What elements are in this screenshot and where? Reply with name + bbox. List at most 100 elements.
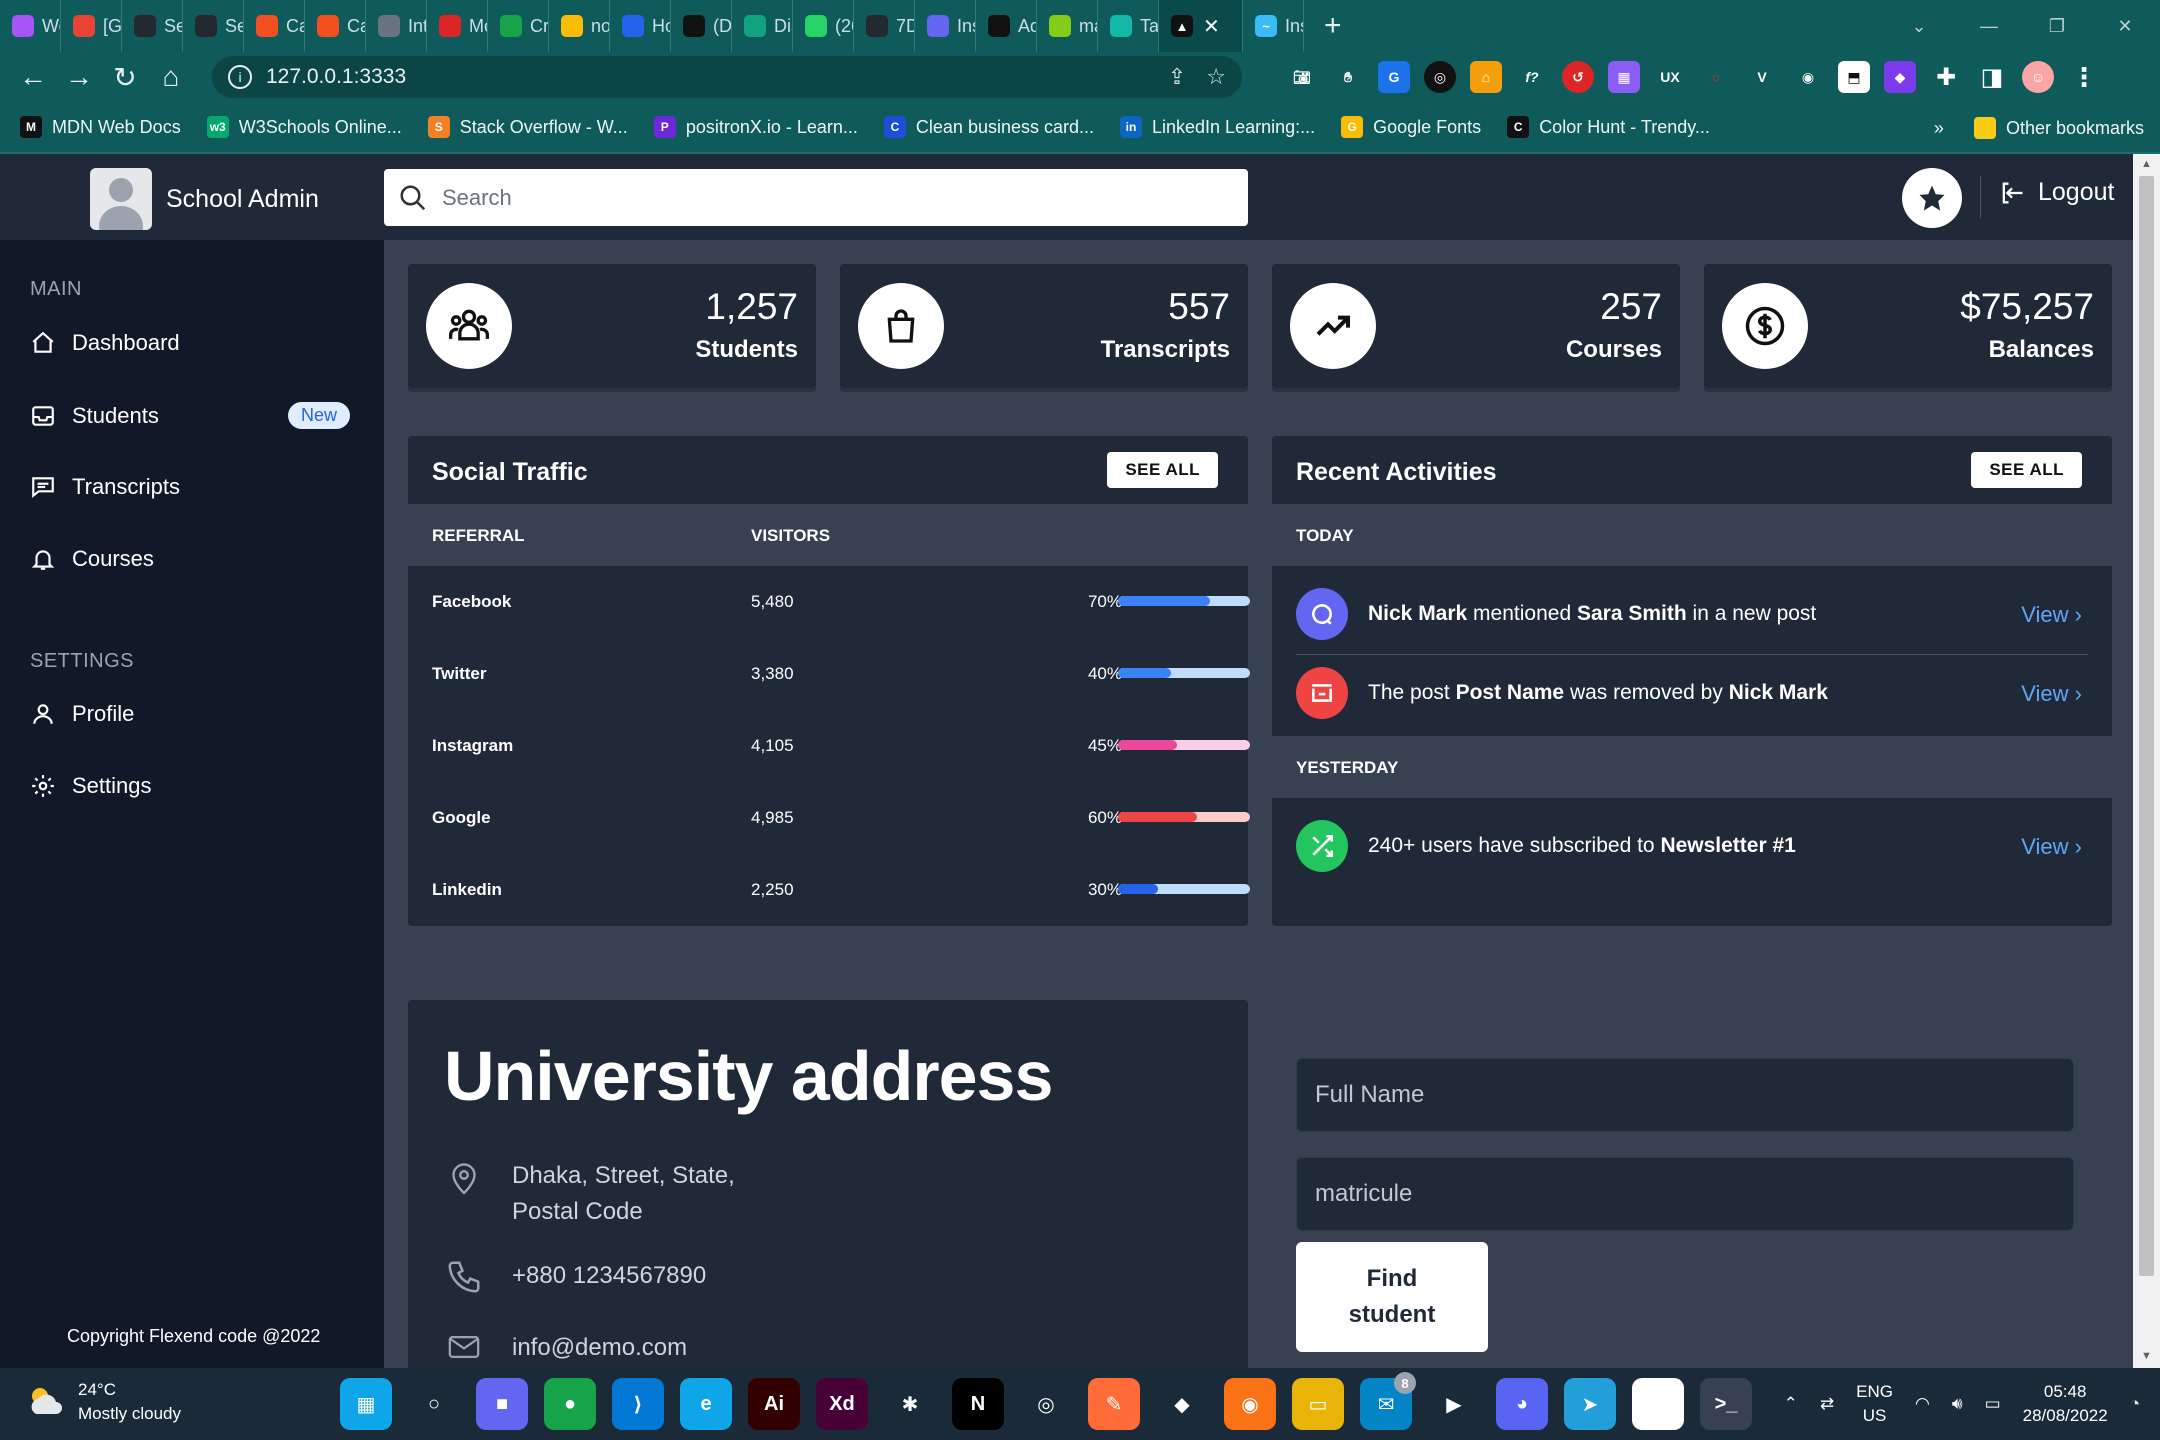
extension-icon[interactable]: UX [1654, 61, 1686, 93]
bookmark-item[interactable]: C Color Hunt - Trendy... [1507, 116, 1710, 138]
browser-tab[interactable]: no [549, 0, 610, 52]
browser-tab[interactable]: ~ Ins [1243, 0, 1304, 52]
share-icon[interactable]: ⇪ [1168, 64, 1186, 90]
sync-icon[interactable]: ⇄ [1820, 1394, 1834, 1414]
other-bookmarks-folder[interactable]: Other bookmarks [1973, 117, 2144, 139]
view-link[interactable]: View › [2021, 602, 2082, 628]
menu-kebab-icon[interactable]: ⋮ [2068, 61, 2100, 93]
stat-card-transcripts[interactable]: 557 Transcripts [840, 264, 1248, 388]
terminal-icon[interactable]: >_ [1700, 1378, 1752, 1430]
matricule-input[interactable] [1296, 1157, 2074, 1231]
forward-button[interactable]: → [56, 54, 102, 100]
extension-icon[interactable]: ⬒ [1838, 61, 1870, 93]
extension-icon[interactable]: ⌂ [1470, 61, 1502, 93]
url-bar[interactable]: i 127.0.0.1:3333 ⇪ ☆ [212, 56, 1242, 98]
home-button[interactable]: ⌂ [148, 54, 194, 100]
extension-icon[interactable]: ◆ [1884, 61, 1916, 93]
reload-button[interactable]: ↻ [102, 54, 148, 100]
browser-tab[interactable]: Se [183, 0, 244, 52]
extension-icon[interactable]: ↺ [1562, 61, 1594, 93]
bookmark-item[interactable]: w3 W3Schools Online... [206, 116, 402, 138]
see-all-button[interactable]: SEE ALL [1107, 452, 1218, 488]
mail-icon[interactable]: ✉ 8 [1360, 1372, 1416, 1430]
browser-tab[interactable]: Int [366, 0, 427, 52]
extension-icon[interactable]: ✋︎ [1332, 61, 1364, 93]
see-all-button[interactable]: SEE ALL [1971, 452, 2082, 488]
weather-widget[interactable]: 24°C Mostly cloudy [26, 1378, 181, 1426]
bookmark-item[interactable]: PpositronX.io - Learn... [653, 116, 858, 138]
browser-tab[interactable]: Tai [1098, 0, 1159, 52]
postman-icon[interactable]: ✎ [1088, 1378, 1140, 1430]
camera-icon[interactable]: 📷︎ [1286, 61, 1318, 93]
battery-icon[interactable]: ▭ [1985, 1394, 2001, 1414]
extension-icon[interactable]: ◎ [1424, 61, 1456, 93]
wifi-icon[interactable]: ◠ [1915, 1394, 1930, 1414]
stat-card-balances[interactable]: $75,257 Balances [1704, 264, 2112, 388]
extension-icon[interactable]: V [1746, 61, 1778, 93]
browser-tab[interactable]: Mc [427, 0, 488, 52]
translate-icon[interactable]: G [1378, 61, 1410, 93]
brand[interactable]: School Admin [90, 168, 319, 230]
slack-icon[interactable]: ✱ [884, 1378, 936, 1430]
browser-tab-active[interactable]: ▲ ✕ [1159, 0, 1243, 52]
browser-tab[interactable]: Ad [976, 0, 1037, 52]
logout-button[interactable]: Logout [1998, 178, 2114, 207]
font-icon[interactable]: f? [1516, 61, 1548, 93]
browser-tab[interactable]: (D [671, 0, 732, 52]
browser-tab[interactable]: Ca [305, 0, 366, 52]
stat-card-courses[interactable]: 257 Courses [1272, 264, 1680, 388]
firefox-icon[interactable]: ◉ [1224, 1378, 1276, 1430]
volume-icon[interactable]: 🔊︎ [1952, 1394, 1963, 1414]
view-link[interactable]: View › [2021, 834, 2082, 860]
browser-tab[interactable]: Se [122, 0, 183, 52]
edge-icon[interactable]: e [680, 1378, 732, 1430]
extension-icon[interactable]: ◉ [1792, 61, 1824, 93]
bookmark-star-icon[interactable]: ☆ [1206, 64, 1226, 90]
browser-tab[interactable]: Ho [610, 0, 671, 52]
bookmark-item[interactable]: C Clean business card... [883, 116, 1094, 138]
start-icon[interactable]: ▦ [340, 1378, 392, 1430]
search-icon[interactable]: ○ [408, 1378, 460, 1430]
tab-search-chevron[interactable]: ⌄ [1884, 0, 1954, 52]
profile-avatar-icon[interactable]: ☺ [2022, 61, 2054, 93]
more-bookmarks-button[interactable]: » [1934, 118, 1944, 139]
back-button[interactable]: ← [10, 54, 56, 100]
obs-icon[interactable]: ◎ [1020, 1378, 1072, 1430]
stat-card-students[interactable]: 1,257 Students [408, 264, 816, 388]
scroll-up-arrow-icon[interactable]: ▲ [2141, 158, 2152, 170]
discord-icon[interactable]: ◕ [1496, 1378, 1548, 1430]
bookmark-item[interactable]: S Stack Overflow - W... [427, 116, 628, 138]
browser-tab[interactable]: Dis [732, 0, 793, 52]
browser-tab[interactable]: Cre [488, 0, 549, 52]
bookmark-item[interactable]: in LinkedIn Learning:... [1120, 116, 1315, 138]
bookmark-item[interactable]: M MDN Web Docs [20, 116, 181, 138]
notifications-icon[interactable]: ◔ [2130, 1394, 2140, 1414]
sidebar-item-dashboard[interactable]: Dashboard [30, 330, 350, 356]
chat-icon[interactable]: ■ [476, 1378, 528, 1430]
find-student-button[interactable]: Find student [1296, 1242, 1488, 1352]
sidebar-item-transcripts[interactable]: Transcripts [30, 474, 350, 500]
sidebar-item-settings[interactable]: Settings [30, 773, 350, 799]
folder-icon[interactable]: ▭ [1292, 1378, 1344, 1430]
language-indicator[interactable]: ENG US [1856, 1380, 1893, 1428]
side-panel-icon[interactable]: ◨ [1976, 61, 2008, 93]
site-info-icon[interactable]: i [228, 65, 252, 89]
minimize-button[interactable]: — [1954, 0, 2024, 52]
browser-tab[interactable]: Ca [244, 0, 305, 52]
full-name-input[interactable] [1296, 1058, 2074, 1132]
favorites-button[interactable] [1902, 168, 1962, 228]
clock[interactable]: 05:48 28/08/2022 [2023, 1380, 2108, 1428]
browser-tab[interactable]: We [0, 0, 61, 52]
sidebar-item-profile[interactable]: Profile [30, 701, 350, 727]
sidebar-item-students[interactable]: Students New [30, 402, 350, 429]
word-icon[interactable]: W [1632, 1378, 1684, 1430]
puzzle-icon[interactable]: ✚ [1930, 61, 1962, 93]
close-window-button[interactable]: ✕ [2090, 0, 2160, 52]
telegram-icon[interactable]: ➤ [1564, 1378, 1616, 1430]
new-tab-button[interactable]: + [1324, 9, 1342, 43]
search-input[interactable] [442, 184, 1222, 211]
browser-tab[interactable]: Ins [915, 0, 976, 52]
restore-button[interactable]: ❐ [2022, 0, 2092, 52]
xd-icon[interactable]: Xd [816, 1378, 868, 1430]
extension-icon[interactable]: ○ [1700, 61, 1732, 93]
